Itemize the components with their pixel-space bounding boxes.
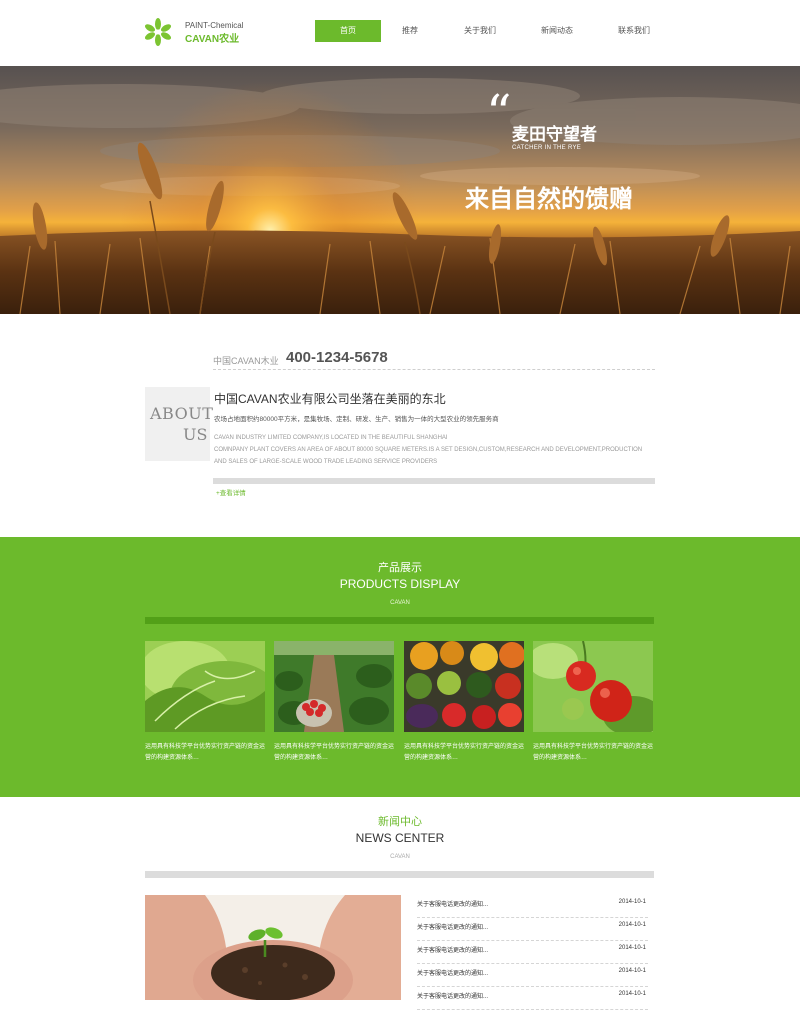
about-badge-line2: US: [183, 425, 208, 444]
news-item-title[interactable]: 关于客服电话更改的通知...: [417, 968, 488, 977]
news-subtitle: CAVAN: [390, 854, 410, 860]
product-card[interactable]: 运用具有科技学平台优势实行资产链的资金运营的构建资源体系…: [404, 641, 524, 764]
phone-row: 中国CAVAN木业 400-1234-5678: [213, 346, 655, 370]
news-item-date: 2014-10-1: [618, 945, 646, 951]
nav-item-about[interactable]: 关于我们: [450, 20, 510, 42]
about-en-line3: AND SALES OF LARGE-SCALE WOOD TRADE LEAD…: [214, 459, 438, 465]
product-card[interactable]: 运用具有科技学平台优势实行资产链的资金运营的构建资源体系…: [533, 641, 653, 764]
product-description: 运用具有科技学平台优势实行资产链的资金运营的构建资源体系…: [404, 744, 525, 761]
news-divider: [145, 871, 654, 878]
about-section: 中国CAVAN木业 400-1234-5678 ABOUT US 中国CAVAN…: [0, 314, 800, 537]
banner-slogan: 来自自然的馈赠: [465, 186, 633, 213]
nav-item-news[interactable]: 新闻动态: [527, 20, 587, 42]
product-card[interactable]: 运用具有科技学平台优势实行资产链的资金运营的构建资源体系…: [145, 641, 265, 764]
view-details-link[interactable]: +查看详情: [216, 487, 246, 497]
lettuce-image[interactable]: [145, 641, 265, 732]
nav-item-home[interactable]: 首页: [315, 20, 381, 42]
product-description: 运用具有科技学平台优势实行资产链的资金运营的构建资源体系…: [533, 744, 654, 761]
products-divider: [145, 617, 654, 624]
about-description-cn: 农场占地面积约80000平方米，是集牧场、定制、研发、生产、销售为一体的大型农业…: [214, 416, 499, 423]
news-section: 新闻中心 NEWS CENTER CAVAN 关于客服电话更改的通知... 20…: [0, 797, 800, 1010]
banner-subtitle: CATCHER IN THE RYE: [512, 145, 582, 151]
products-title-en: PRODUCTS DISPLAY: [339, 577, 461, 591]
phone-number: 400-1234-5678: [286, 349, 388, 366]
product-description: 运用具有科技学平台优势实行资产链的资金运营的构建资源体系…: [274, 744, 395, 761]
about-divider: [213, 478, 655, 484]
quote-mark: “: [486, 84, 512, 142]
news-item[interactable]: 关于客服电话更改的通知... 2014-10-1: [417, 964, 648, 987]
about-badge-line1: ABOUT: [150, 404, 214, 423]
seedling-in-hands-image[interactable]: [145, 895, 401, 1000]
hero-banner: “ 麦田守望者 CATCHER IN THE RYE 来自自然的馈赠: [0, 66, 800, 314]
news-item[interactable]: 关于客服电话更改的通知... 2014-10-1: [417, 895, 648, 918]
wheat-field-image: [0, 66, 800, 314]
news-title-cn: 新闻中心: [378, 816, 422, 828]
products-subtitle: CAVAN: [390, 600, 410, 606]
news-title-en: NEWS CENTER: [355, 831, 445, 845]
nav-item-recommend[interactable]: 推荐: [380, 20, 440, 42]
news-item-date: 2014-10-1: [618, 922, 646, 928]
main-nav: 首页 推荐 关于我们 新闻动态 联系我们: [0, 20, 800, 42]
strawberry-field-image[interactable]: [274, 641, 394, 732]
news-item[interactable]: 关于客服电话更改的通知... 2014-10-1: [417, 941, 648, 964]
news-item-title[interactable]: 关于客服电话更改的通知...: [417, 945, 488, 954]
news-item-title[interactable]: 关于客服电话更改的通知...: [417, 922, 488, 931]
tomatoes-image[interactable]: [533, 641, 653, 732]
site-header: PAINT-Chemical CAVAN农业 首页 推荐 关于我们 新闻动态 联…: [0, 0, 800, 66]
about-en-line1: CAVAN INDUSTRY LIMITED COMPANY,IS LOCATE…: [214, 435, 448, 441]
vegetables-image[interactable]: [404, 641, 524, 732]
nav-item-contact[interactable]: 联系我们: [604, 20, 664, 42]
news-item-title[interactable]: 关于客服电话更改的通知...: [417, 991, 488, 1000]
about-title: 中国CAVAN农业有限公司坐落在美丽的东北: [214, 392, 446, 406]
about-en-line2: COMNPANY PLANT COVERS AN AREA OF ABOUT 8…: [214, 447, 643, 453]
about-us-badge: ABOUT US: [145, 387, 214, 461]
product-description: 运用具有科技学平台优势实行资产链的资金运营的构建资源体系…: [145, 744, 266, 761]
products-title-cn: 产品展示: [378, 562, 422, 574]
news-item-date: 2014-10-1: [618, 968, 646, 974]
news-item[interactable]: 关于客服电话更改的通知... 2014-10-1: [417, 918, 648, 941]
news-item-title[interactable]: 关于客服电话更改的通知...: [417, 899, 488, 908]
products-section: 产品展示 PRODUCTS DISPLAY CAVAN 运用具有科技学平台优势实…: [0, 537, 800, 797]
news-item-date: 2014-10-1: [618, 991, 646, 997]
product-card[interactable]: 运用具有科技学平台优势实行资产链的资金运营的构建资源体系…: [274, 641, 394, 764]
phone-label: 中国CAVAN木业: [213, 356, 279, 366]
news-item-date: 2014-10-1: [618, 899, 646, 905]
about-description-en: CAVAN INDUSTRY LIMITED COMPANY,IS LOCATE…: [214, 432, 659, 468]
news-item[interactable]: 关于客服电话更改的通知... 2014-10-1: [417, 987, 648, 1010]
news-list: 关于客服电话更改的通知... 2014-10-1 关于客服电话更改的通知... …: [417, 895, 648, 1010]
banner-title: 麦田守望者: [512, 125, 597, 144]
